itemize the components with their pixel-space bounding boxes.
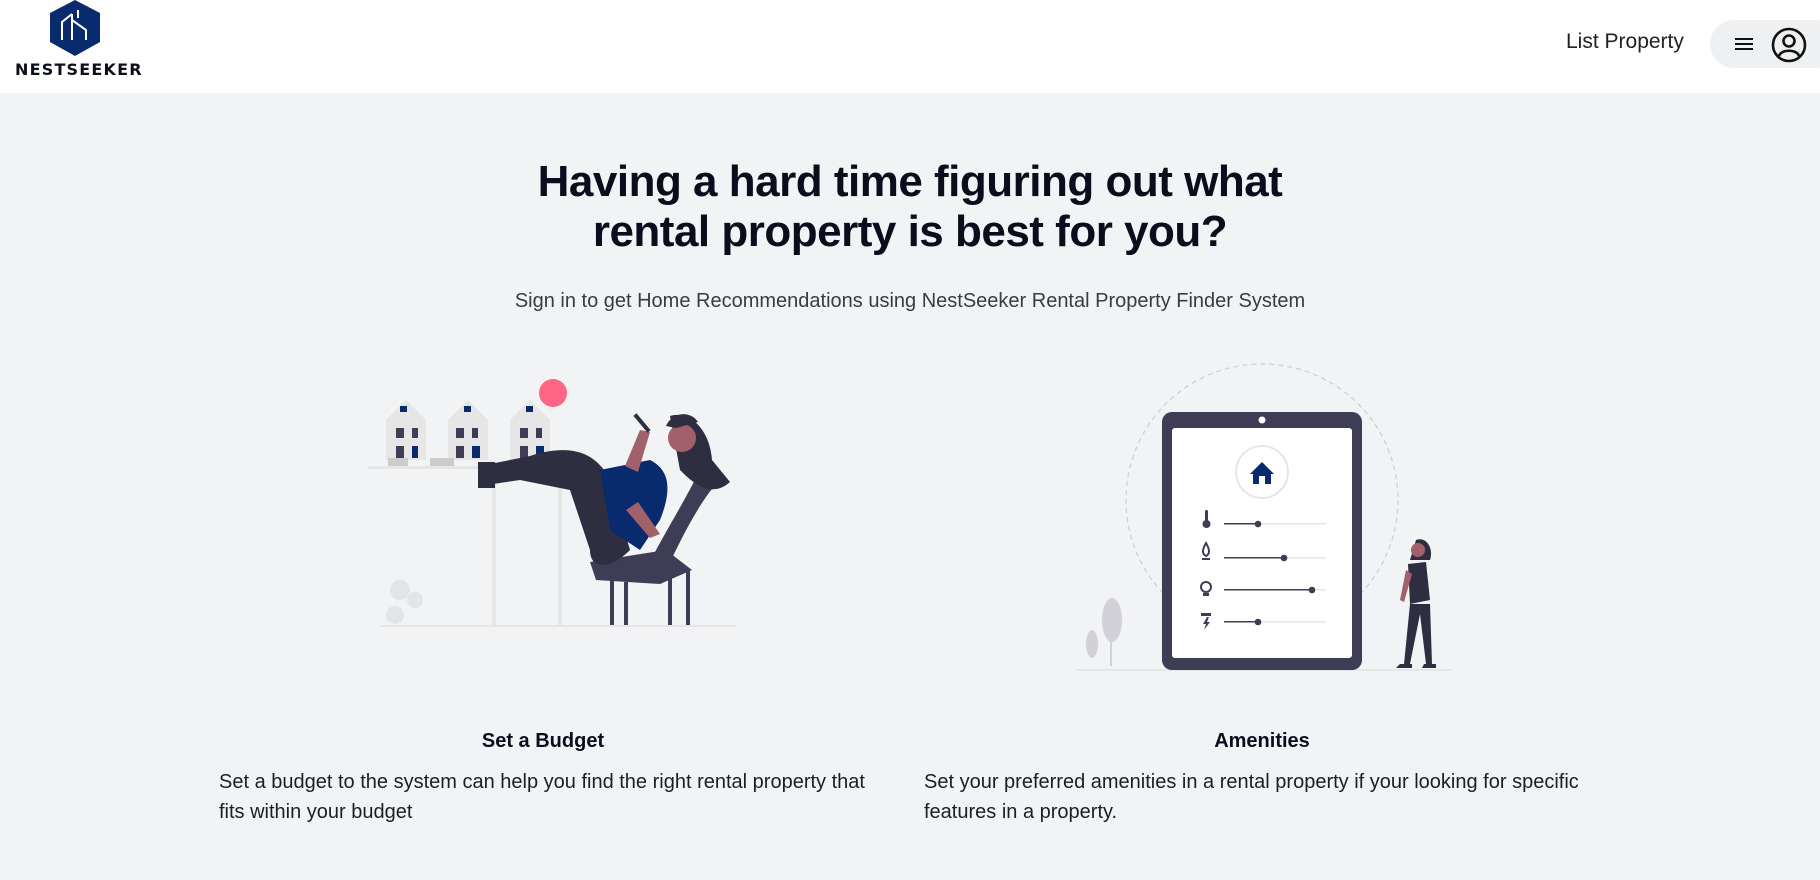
- top-header: NESTSEEKER List Property: [0, 0, 1820, 93]
- user-menu-button[interactable]: [1710, 20, 1820, 68]
- feature-title-budget: Set a Budget: [481, 730, 605, 752]
- feature-title-amenities: Amenities: [1214, 730, 1310, 752]
- hero-title-line-1: Having a hard time figuring out what: [537, 157, 1283, 206]
- nestseeker-logo[interactable]: NESTSEEKER: [14, 0, 144, 90]
- feature-description-amenities: Set your preferred amenities in a rental…: [924, 771, 1579, 823]
- hamburger-menu-icon: [1735, 38, 1753, 50]
- hero-title: Having a hard time figuring out what ren…: [0, 157, 1820, 257]
- hero-title-line-2: rental property is best for you?: [592, 207, 1228, 256]
- woman-relaxing-with-houses-illustration: [368, 379, 736, 627]
- hero-subtitle: Sign in to get Home Recommendations usin…: [514, 290, 1306, 312]
- list-property-link[interactable]: List Property: [1566, 30, 1684, 54]
- tablet-amenity-sliders-illustration: [1076, 363, 1452, 671]
- feature-description-budget: Set a budget to the system can help you …: [219, 771, 865, 823]
- logo-house-icon: [50, 0, 100, 56]
- user-circle-icon: [1771, 27, 1807, 63]
- brand-name: NESTSEEKER: [15, 60, 143, 79]
